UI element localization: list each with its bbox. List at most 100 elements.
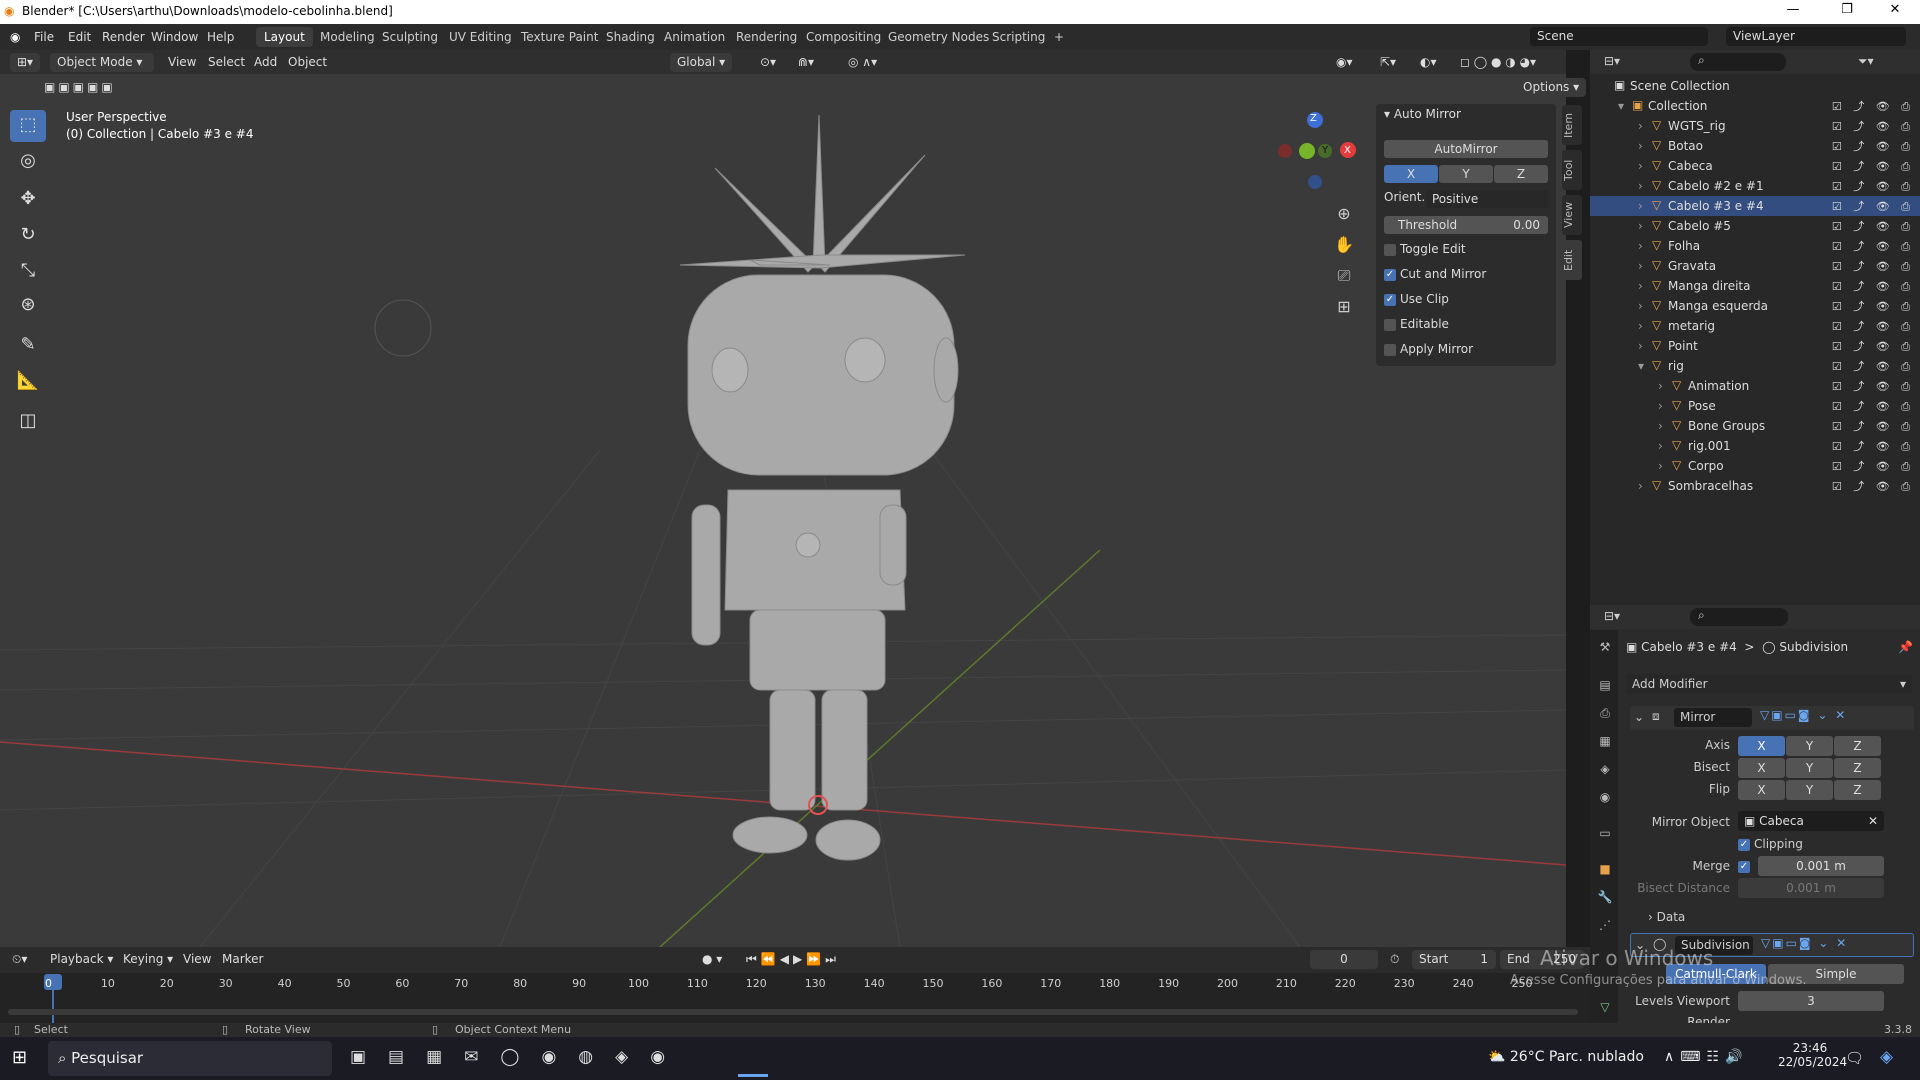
outliner-scene-collection[interactable]: ▣ Scene Collection <box>1590 76 1920 96</box>
copilot-icon[interactable]: ◈ <box>1880 1047 1893 1067</box>
tab-scripting[interactable]: Scripting <box>984 27 1053 47</box>
close-button[interactable]: ✕ <box>1880 2 1910 17</box>
transform-icon[interactable]: ⊛ <box>10 290 46 322</box>
expand-arrow-icon[interactable]: › <box>1638 479 1643 493</box>
properties-editor-icon[interactable]: ⊟▾ <box>1604 609 1620 623</box>
gizmo-x-label[interactable]: X <box>1344 145 1351 156</box>
viewlayer-selector[interactable]: ViewLayer <box>1726 27 1906 46</box>
outliner-row[interactable]: › ▽ Cabeca ☑ ⤴ 👁 ⎙ <box>1590 156 1920 176</box>
merge-checkbox[interactable]: ✓ <box>1738 859 1754 873</box>
menu-add[interactable]: Add <box>254 55 277 69</box>
data-tab-icon[interactable]: ▽ <box>1596 1000 1614 1018</box>
cursor-icon[interactable]: ◎ <box>10 146 46 178</box>
outliner-row[interactable]: ▾ ▣ Collection ☑ ⤴ 👁 ⎙ <box>1590 96 1920 116</box>
editor-type-icon[interactable]: ⊞▾ <box>10 53 41 72</box>
weather-widget[interactable]: ⛅ 26°C Parc. nublado <box>1488 1049 1644 1065</box>
minimize-button[interactable]: — <box>1778 2 1808 17</box>
taskbar-search-input[interactable]: ⌕ Pesquisar <box>48 1041 332 1076</box>
playback-controls[interactable]: ⏮⏪◀▶⏩⏭ <box>746 952 840 967</box>
outliner-row[interactable]: › ▽ Cabelo #3 e #4 ☑ ⤴ 👁 ⎙ <box>1590 196 1920 216</box>
use-clip-checkbox[interactable]: ✓ Use Clip <box>1384 292 1449 310</box>
taskbar-app-icons[interactable]: ▣▤▦✉◯◉◍◈◉ <box>350 1047 687 1067</box>
axis-x-button[interactable]: X <box>1384 165 1438 183</box>
orient-dropdown[interactable]: Positive <box>1426 190 1548 208</box>
threshold-field[interactable]: Threshold 0.00 <box>1384 216 1548 234</box>
menu-render[interactable]: Render <box>102 30 145 44</box>
tab-sculpting[interactable]: Sculpting <box>374 27 446 47</box>
visibility-toggle-icons[interactable]: ☑ ⤴ 👁 ⎙ <box>1832 298 1914 314</box>
pivot-icon[interactable]: ⊙▾ <box>760 55 776 69</box>
outliner-row[interactable]: › ▽ WGTS_rig ☑ ⤴ 👁 ⎙ <box>1590 116 1920 136</box>
tab-modeling[interactable]: Modeling <box>312 27 383 47</box>
expand-arrow-icon[interactable]: › <box>1638 179 1643 193</box>
visibility-toggle-icons[interactable]: ☑ ⤴ 👁 ⎙ <box>1832 338 1914 354</box>
data-subpanel[interactable]: › Data <box>1648 910 1685 924</box>
timeline-editor-icon[interactable]: ⏲▾ <box>12 952 27 967</box>
gizmo-y-label[interactable]: Y <box>1322 145 1328 156</box>
outliner-row[interactable]: › ▽ Pose ☑ ⤴ 👁 ⎙ <box>1590 396 1920 416</box>
particles-tab-icon[interactable]: ⋰ <box>1596 918 1614 936</box>
flip-y[interactable]: Y <box>1786 780 1833 800</box>
pin-icon[interactable]: 📌 <box>1898 640 1913 654</box>
shading-modes-icon[interactable]: ◻ ◯ ● ◑ ◕▾ <box>1460 55 1536 69</box>
menu-view[interactable]: View <box>168 55 196 69</box>
timeline-view-menu[interactable]: View <box>183 952 211 966</box>
expand-arrow-icon[interactable]: › <box>1638 299 1643 313</box>
visibility-toggle-icons[interactable]: ☑ ⤴ 👁 ⎙ <box>1832 478 1914 494</box>
menu-window[interactable]: Window <box>151 30 198 44</box>
add-cube-icon[interactable]: ◫ <box>10 406 46 438</box>
taskbar-clock[interactable]: 23:46 22/05/2024 <box>1778 1041 1847 1069</box>
expand-arrow-icon[interactable]: › <box>1658 439 1663 453</box>
tab-item[interactable]: Item <box>1562 105 1582 145</box>
levels-viewport-field[interactable]: 3 <box>1738 991 1884 1011</box>
outliner-row[interactable]: › ▽ Bone Groups ☑ ⤴ 👁 ⎙ <box>1590 416 1920 436</box>
bisect-distance-field[interactable]: 0.001 m <box>1738 878 1884 898</box>
outliner-search-input[interactable]: ⌕ <box>1690 53 1786 71</box>
visibility-toggle-icons[interactable]: ☑ ⤴ 👁 ⎙ <box>1832 318 1914 334</box>
view-layer-tab-icon[interactable]: ▦ <box>1596 734 1614 752</box>
add-modifier-dropdown[interactable]: Add Modifier ▾ <box>1626 674 1912 694</box>
filter-icon[interactable]: ⏷▾ <box>1858 54 1874 69</box>
scene-selector[interactable]: Scene <box>1530 27 1708 46</box>
expand-arrow-icon[interactable]: › <box>1658 419 1663 433</box>
world-tab-icon[interactable]: ◉ <box>1596 790 1614 808</box>
expand-arrow-icon[interactable]: › <box>1638 259 1643 273</box>
editable-checkbox[interactable]: Editable <box>1384 317 1449 335</box>
auto-mirror-header[interactable]: ▾ Auto Mirror <box>1384 107 1461 125</box>
visibility-toggle-icons[interactable]: ☑ ⤴ 👁 ⎙ <box>1832 398 1914 414</box>
bisect-y[interactable]: Y <box>1786 758 1833 778</box>
visibility-toggle-icons[interactable]: ☑ ⤴ 👁 ⎙ <box>1832 358 1914 374</box>
apply-mirror-checkbox[interactable]: Apply Mirror <box>1384 342 1473 360</box>
tab-rendering[interactable]: Rendering <box>728 27 805 47</box>
measure-icon[interactable]: 📐 <box>10 366 46 398</box>
outliner-row[interactable]: › ▽ Manga direita ☑ ⤴ 👁 ⎙ <box>1590 276 1920 296</box>
collection-tab-icon[interactable]: ▭ <box>1596 826 1614 844</box>
system-tray-icons[interactable]: ∧⌨☷🔊 <box>1664 1049 1748 1065</box>
clipping-checkbox[interactable]: ✓ Clipping <box>1738 837 1803 851</box>
outliner-row[interactable]: › ▽ Folha ☑ ⤴ 👁 ⎙ <box>1590 236 1920 256</box>
expand-arrow-icon[interactable]: ▾ <box>1638 359 1644 373</box>
menu-edit[interactable]: Edit <box>68 30 91 44</box>
select-mode-icons[interactable]: ▣▣▣▣▣ <box>44 80 140 98</box>
playback-menu[interactable]: Playback ▾ <box>50 952 113 966</box>
orientation-dropdown[interactable]: Global ▾ <box>670 53 733 72</box>
mode-dropdown[interactable]: Object Mode ▾ <box>50 53 154 72</box>
visibility-toggle-icons[interactable]: ☑ ⤴ 👁 ⎙ <box>1832 378 1914 394</box>
outliner-row[interactable]: › ▽ Sombracelhas ☑ ⤴ 👁 ⎙ <box>1590 476 1920 496</box>
menu-help[interactable]: Help <box>207 30 234 44</box>
visibility-toggle-icons[interactable]: ☑ ⤴ 👁 ⎙ <box>1832 238 1914 254</box>
expand-arrow-icon[interactable]: › <box>1638 279 1643 293</box>
menu-file[interactable]: File <box>34 30 54 44</box>
visibility-icon[interactable]: ◉▾ <box>1336 55 1353 69</box>
scale-icon[interactable]: ⤡ <box>10 256 46 288</box>
visibility-toggle-icons[interactable]: ☑ ⤴ 👁 ⎙ <box>1832 258 1914 274</box>
tool-tab-icon[interactable]: ⚒ <box>1596 640 1614 658</box>
visibility-toggle-icons[interactable]: ☑ ⤴ 👁 ⎙ <box>1832 118 1914 134</box>
visibility-toggle-icons[interactable]: ☑ ⤴ 👁 ⎙ <box>1832 158 1914 174</box>
visibility-toggle-icons[interactable]: ☑ ⤴ 👁 ⎙ <box>1832 178 1914 194</box>
rotate-icon[interactable]: ↻ <box>10 220 46 252</box>
flip-x[interactable]: X <box>1738 780 1785 800</box>
toggle-edit-checkbox[interactable]: Toggle Edit <box>1384 242 1466 260</box>
outliner-editor-icon[interactable]: ⊟▾ <box>1604 54 1620 68</box>
snap-icon[interactable]: ⋒▾ <box>798 55 814 69</box>
